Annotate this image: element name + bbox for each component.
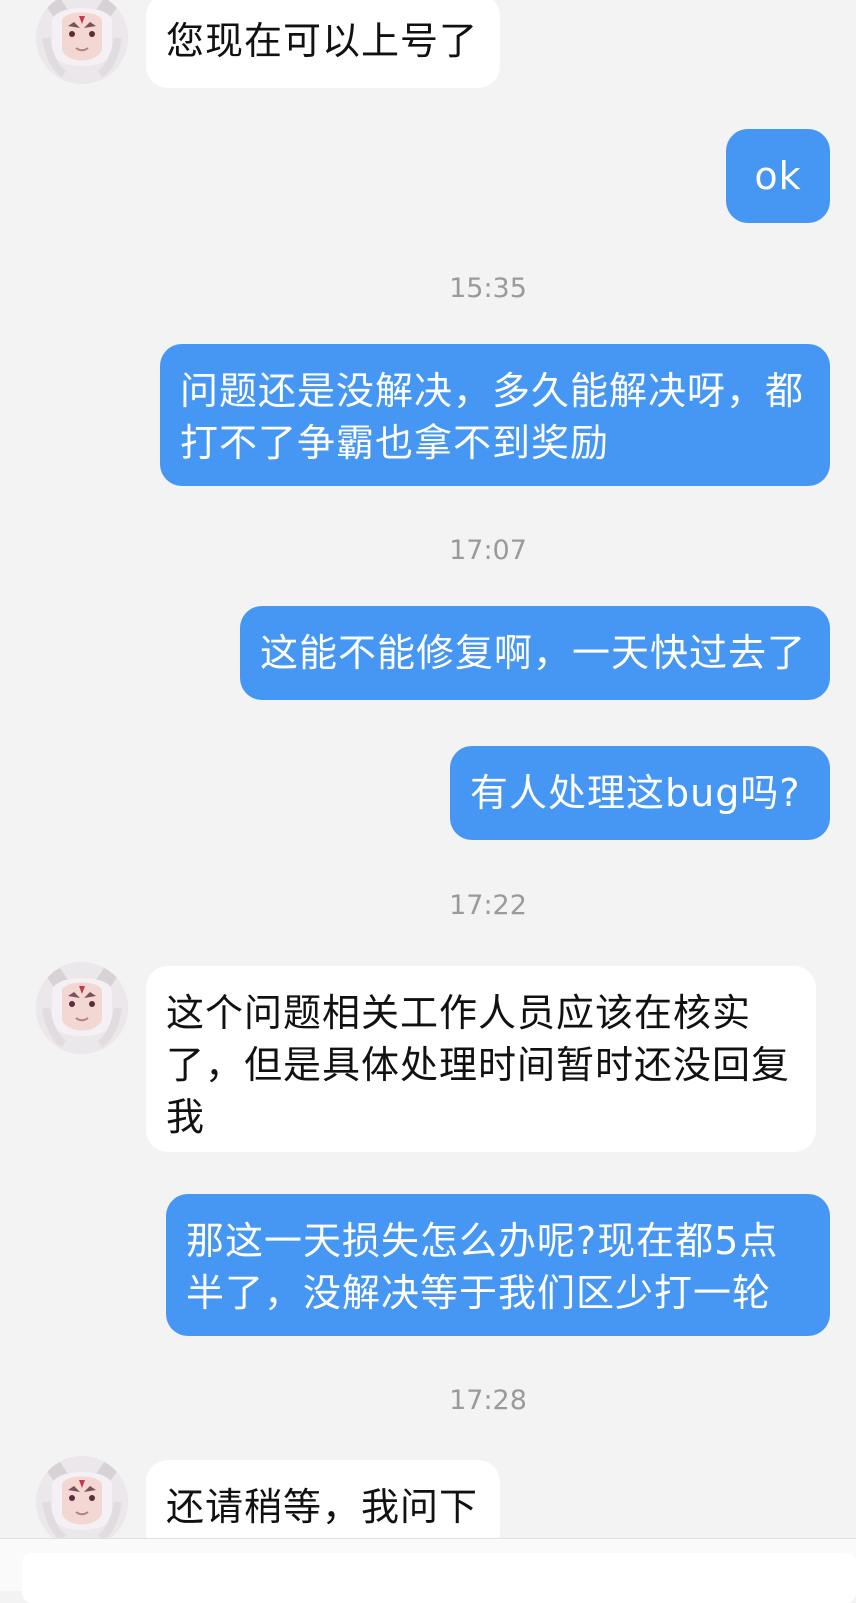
message-bubble-user: 有人处理这bug吗? — [450, 746, 830, 840]
message-bubble-user: ok — [726, 129, 830, 223]
input-bar — [0, 1538, 856, 1603]
chat-thread: 您现在可以上号了 ok 15:35 问题还是没解决，多久能解决呀，都打不了争霸也… — [0, 0, 856, 1603]
timestamp: 15:35 — [449, 273, 527, 304]
message-text: 还请稍等，我问下 — [166, 1485, 479, 1529]
message-bubble-agent: 您现在可以上号了 — [146, 0, 500, 88]
agent-avatar-icon[interactable] — [36, 0, 128, 84]
message-text: 您现在可以上号了 — [166, 19, 479, 63]
message-text: 这个问题相关工作人员应该在核实了，但是具体处理时间暂时还没回复我 — [166, 991, 791, 1139]
message-text: 有人处理这bug吗? — [470, 771, 801, 815]
message-text: 问题还是没解决，多久能解决呀，都打不了争霸也拿不到奖励 — [180, 369, 805, 465]
timestamp: 17:28 — [449, 1385, 527, 1416]
agent-avatar-icon[interactable] — [36, 962, 128, 1054]
message-bubble-user: 问题还是没解决，多久能解决呀，都打不了争霸也拿不到奖励 — [160, 344, 830, 486]
message-bubble-user: 那这一天损失怎么办呢?现在都5点半了，没解决等于我们区少打一轮 — [166, 1194, 830, 1336]
agent-avatar-icon[interactable] — [36, 1456, 128, 1548]
timestamp: 17:07 — [449, 535, 527, 566]
message-bubble-user: 这能不能修复啊，一天快过去了 — [240, 606, 830, 700]
message-text: 这能不能修复啊，一天快过去了 — [260, 631, 807, 675]
message-text: ok — [754, 154, 802, 198]
timestamp: 17:22 — [449, 890, 527, 921]
message-input[interactable] — [22, 1553, 856, 1603]
message-text: 那这一天损失怎么办呢?现在都5点半了，没解决等于我们区少打一轮 — [186, 1219, 779, 1315]
message-bubble-agent: 这个问题相关工作人员应该在核实了，但是具体处理时间暂时还没回复我 — [146, 966, 816, 1152]
